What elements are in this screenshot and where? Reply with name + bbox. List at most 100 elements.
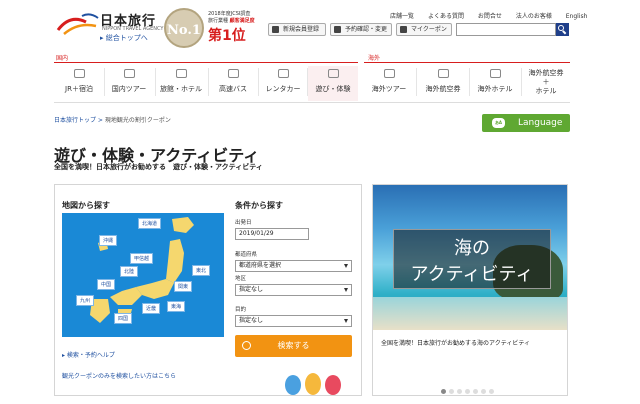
nav-jr-hotel[interactable]: JR＋宿泊 [56,66,102,101]
region-kyushu[interactable]: 九州 [76,295,95,306]
overseas-divider [364,62,570,63]
nav-rental-car[interactable]: レンタカー [260,66,306,101]
purpose-value: 指定なし [239,317,264,324]
overseas-label: 海外 [368,55,381,62]
carousel-dots [441,379,497,394]
purpose-label: 目的 [235,307,247,313]
award-line1: 2018年度JCSI調査 [208,11,251,17]
region-tohoku[interactable]: 東北 [192,265,211,276]
mascot-blue [285,375,301,395]
mascot-illustration [281,359,351,395]
search-help-link[interactable]: ▸ 検索・予約ヘルプ [62,350,115,359]
breadcrumb-home[interactable]: 日本旅行トップ [54,117,96,124]
nav-ryokan-hotel-label: 旅館・ホテル [160,85,202,93]
top-page-link[interactable]: ▸ 総合トップへ [100,33,148,43]
site-search-input[interactable] [456,23,556,36]
no1-award-badge: No.1 [164,8,204,48]
badge-no1-text: No.1 [167,23,201,38]
register-button[interactable]: 新規会員登録 [268,23,326,36]
prefecture-select[interactable]: 都道府県を選択 [235,260,352,272]
nav-domestic-tour-label: 国内ツアー [111,85,147,93]
nav-overseas-hotel-label: 海外ホテル [477,85,513,93]
domestic-label: 国内 [56,55,69,62]
region-chugoku[interactable]: 中国 [97,279,116,290]
region-tokai[interactable]: 東海 [167,301,186,312]
activity-banner[interactable]: 海の アクティビティ 全国を満喫！日本旅行がお勧めする海のアクティビティ [372,184,568,396]
globe-icon [383,69,395,78]
breadcrumb: 日本旅行トップ > 現地観光の割引クーポン [54,115,171,124]
reservation-check-button[interactable]: 予約確認・変更 [330,23,392,36]
nav-bottom-line [54,102,570,103]
carousel-dot[interactable] [473,389,478,394]
nav-flight-hotel[interactable]: 海外航空券 ＋ ホテル [522,66,570,101]
nav-overseas-tour-label: 海外ツアー [371,85,407,93]
site-search-button[interactable] [556,23,569,36]
nav-jr-hotel-label: JR＋宿泊 [65,85,93,93]
ticket-icon [327,69,339,78]
nav-ryokan-hotel[interactable]: 旅館・ホテル [156,66,206,101]
page: 日本旅行 NIPPON TRAVEL AGENCY ▸ 総合トップへ No.1 … [0,0,640,404]
nav-activities[interactable]: 遊び・体験 [308,66,358,101]
search-submit-button[interactable]: 検索する [235,335,352,357]
nav-overseas-hotel[interactable]: 海外ホテル [470,66,520,101]
nav-overseas-flight[interactable]: 海外航空券 [418,66,468,101]
link-corporate[interactable]: 法人のお客様 [516,13,552,20]
chevron-down-icon [344,264,348,268]
reservation-check-label: 予約確認・変更 [345,26,388,33]
map-search-heading: 地図から探す [62,201,110,210]
nav-flight-hotel-label: 海外航空券 ＋ ホテル [528,69,564,95]
banner-caption: 全国を満喫！日本旅行がお勧めする海のアクティビティ [381,340,530,347]
region-kinki[interactable]: 近畿 [142,303,161,314]
banner-sign: 海の アクティビティ [393,229,551,289]
carousel-dot[interactable] [441,389,446,394]
logo-subtext: NIPPON TRAVEL AGENCY [102,26,164,32]
carousel-dot[interactable] [457,389,462,394]
nav-separator [208,68,209,96]
my-coupon-label: マイクーポン [411,26,447,33]
area-value: 指定なし [239,286,264,293]
nav-overseas-tour[interactable]: 海外ツアー [364,66,414,101]
nav-separator [416,68,417,96]
site-logo[interactable]: 日本旅行 NIPPON TRAVEL AGENCY ▸ 総合トップへ [56,10,174,44]
search-submit-label: 検索する [277,341,310,350]
departure-date-input[interactable]: 2019/01/29 [235,228,309,240]
my-coupon-button[interactable]: マイクーポン [396,23,452,36]
banner-sign-text-line2: アクティビティ [410,264,534,285]
area-label: 地区 [235,276,247,282]
bus-icon [227,69,239,78]
language-button[interactable]: あA Language [482,114,570,132]
banner-image: 海の アクティビティ [373,185,567,330]
carousel-dot[interactable] [489,389,494,394]
language-icon: あA [492,118,505,128]
nav-highway-bus-label: 高速バス [219,85,247,93]
carousel-dot[interactable] [449,389,454,394]
utility-links: 店舗一覧 よくある質問 お問合せ 法人のお客様 English [390,11,599,20]
japan-map: 北海道 沖縄 東北 甲信越 北陸 関東 中国 九州 近畿 東海 四国 [62,213,224,337]
region-koshinetsu[interactable]: 甲信越 [130,253,154,264]
chevron-down-icon [344,319,348,323]
coupon-only-link[interactable]: 観光クーポンのみを検索したい方はこちら [62,371,176,380]
link-store-list[interactable]: 店舗一覧 [390,13,414,20]
region-kanto[interactable]: 関東 [174,281,193,292]
award-line2-pre: 旅行業種 [208,18,229,24]
purpose-select[interactable]: 指定なし [235,315,352,327]
region-shikoku[interactable]: 四国 [114,313,133,324]
carousel-dot[interactable] [465,389,470,394]
nav-domestic-tour[interactable]: 国内ツアー [106,66,152,101]
breadcrumb-current: 現地観光の割引クーポン [104,117,171,124]
link-contact[interactable]: お問合せ [478,13,502,20]
link-faq[interactable]: よくある質問 [428,13,464,20]
region-okinawa[interactable]: 沖縄 [99,235,118,246]
page-subtitle: 全国を満喫！日本旅行がお勧めする 遊び・体験・アクティビティ [54,163,263,171]
banner-beach [373,297,567,330]
nav-highway-bus[interactable]: 高速バス [210,66,256,101]
nav-activities-label: 遊び・体験 [315,85,351,93]
mascot-red [325,375,341,395]
link-english[interactable]: English [566,13,588,20]
person-icon [272,26,279,33]
region-hokkaido[interactable]: 北海道 [138,218,162,229]
carousel-dot[interactable] [481,389,486,394]
region-hokuriku[interactable]: 北陸 [120,266,139,277]
area-select[interactable]: 指定なし [235,284,352,296]
train-icon [73,69,85,78]
